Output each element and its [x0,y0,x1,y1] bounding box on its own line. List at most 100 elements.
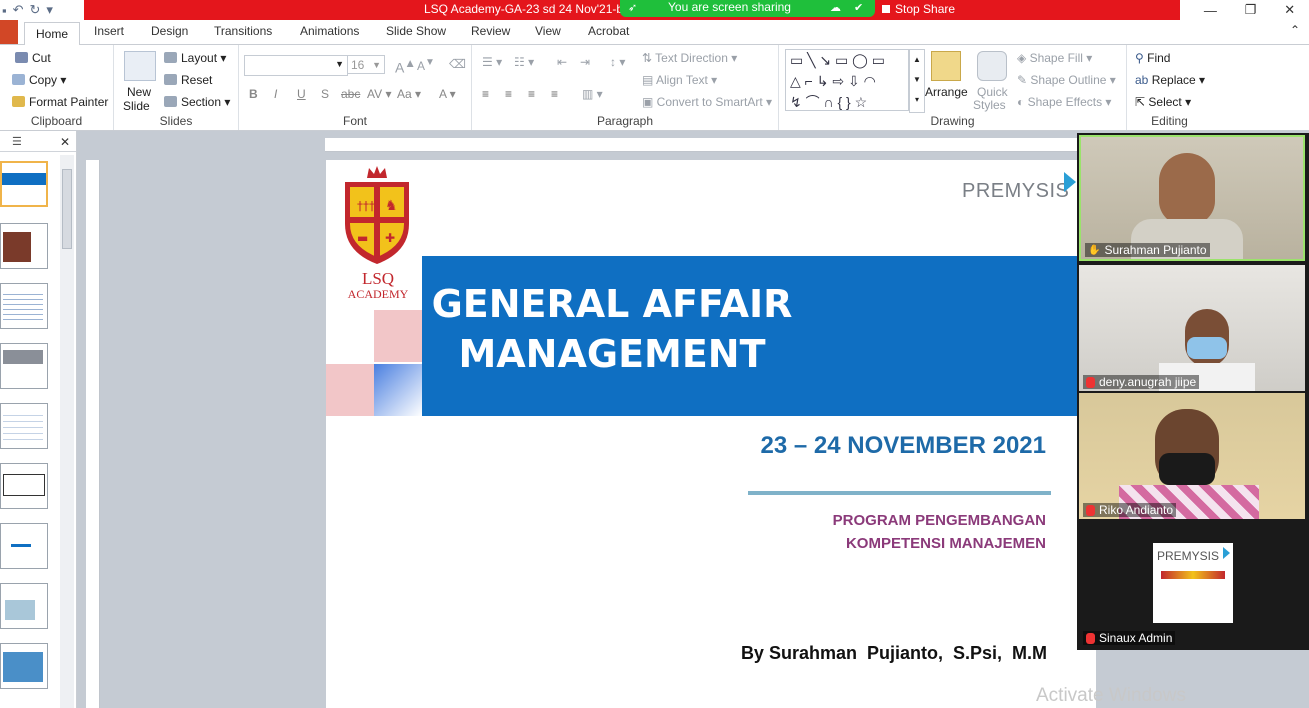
minimize-icon[interactable]: — [1204,3,1217,18]
tab-slide-show[interactable]: Slide Show [386,24,446,38]
tab-transitions[interactable]: Transitions [214,24,272,38]
close-icon[interactable]: ✕ [1284,2,1295,18]
tab-view[interactable]: View [535,24,561,38]
cut-button[interactable]: Cut [15,51,51,65]
slide-thumbnail[interactable] [0,523,48,569]
numbering-icon[interactable]: ☷ ▾ [514,55,534,69]
strikethrough-icon[interactable]: abc [341,87,360,101]
share-status-icon: ➶ [628,2,638,14]
shape-effects-button[interactable]: ◐ Shape Effects ▾ [1017,95,1111,109]
font-group: ▼ 16 ▼ A▲ A▼ ⌫ B I U S abc AV ▾ Aa ▾ A ▾ … [239,45,472,130]
collapse-ribbon-icon[interactable]: ⌃ [1290,23,1300,37]
slide-thumbnail[interactable] [0,343,48,389]
ribbon: Cut Copy ▾ Format Painter Clipboard New … [0,45,1309,131]
shape-fill-button[interactable]: ◈ Shape Fill ▾ [1017,51,1092,65]
shrink-font-icon[interactable]: A▼ [417,57,435,73]
customize-qat-icon[interactable]: ▾ [46,2,53,18]
tab-review[interactable]: Review [471,24,510,38]
italic-icon[interactable]: I [274,87,277,101]
grow-font-icon[interactable]: A▲ [395,57,416,76]
clear-formatting-icon[interactable]: ⌫ [449,57,466,71]
cut-label: Cut [32,51,51,65]
shield-icon[interactable]: ✔ [854,1,863,14]
clipboard-group: Cut Copy ▾ Format Painter Clipboard [0,45,114,130]
new-slide-label-2[interactable]: Slide [123,99,150,113]
find-button[interactable]: ⚲ Find [1135,51,1170,65]
underline-icon[interactable]: U [297,87,306,101]
slide-thumbnail[interactable] [0,583,48,629]
slide-thumbnail[interactable] [0,643,48,689]
font-color-icon[interactable]: A ▾ [439,87,456,101]
align-left-icon[interactable]: ≡ [482,87,489,101]
format-painter-button[interactable]: Format Painter [12,95,108,109]
scrollbar-thumb[interactable] [62,169,72,249]
slide-thumbnail-pane: ☰ ✕ [0,131,77,708]
line-spacing-icon[interactable]: ↕ ▾ [610,55,625,69]
quick-styles-icon[interactable] [977,51,1007,81]
arrange-icon[interactable] [931,51,961,81]
participant-tile[interactable]: Riko Andianto [1079,393,1305,519]
tab-animations[interactable]: Animations [300,24,359,38]
arrange-button[interactable]: Arrange [925,85,968,99]
close-pane-icon[interactable]: ✕ [60,135,70,149]
columns-icon[interactable]: ▥ ▾ [582,87,603,101]
decrease-indent-icon[interactable]: ⇤ [557,55,567,69]
outline-tab-icon[interactable]: ☰ [12,135,22,148]
tab-acrobat[interactable]: Acrobat [588,24,629,38]
shapes-gallery-scroll[interactable]: ▲ ▼ ▾ [909,49,925,113]
char-spacing-icon[interactable]: AV ▾ [367,87,391,101]
shape-fill-label: Shape Fill [1029,51,1083,65]
text-direction-button[interactable]: ⇅ Text Direction ▾ [642,51,737,65]
quick-styles-label-2[interactable]: Styles [973,98,1006,112]
slide-thumbnail[interactable] [0,403,48,449]
bullets-icon[interactable]: ☰ ▾ [482,55,502,69]
slide-canvas[interactable]: ††† ♞ ▬ ✚ LSQ ACADEMY PREMYSIS GENERAL A… [326,160,1096,708]
slide-thumbnail[interactable] [0,283,48,329]
copy-button[interactable]: Copy ▾ [12,73,66,87]
shape-outline-button[interactable]: ✎ Shape Outline ▾ [1017,73,1116,87]
reset-label: Reset [181,73,213,87]
section-button[interactable]: Section ▾ [164,95,230,109]
bold-icon[interactable]: B [249,87,258,101]
slide-thumbnail[interactable] [0,463,48,509]
font-size-select[interactable]: 16 ▼ [347,55,385,74]
quick-styles-label[interactable]: Quick [977,85,1008,99]
redo-icon[interactable]: ↻ [30,2,41,18]
stop-share-label: Stop Share [895,1,956,16]
new-slide-label[interactable]: New [127,85,151,99]
reset-button[interactable]: Reset [164,73,212,87]
new-slide-icon[interactable] [124,51,156,81]
participant-tile[interactable]: ✋ Surahman Pujianto [1079,135,1305,261]
save-icon[interactable]: ▪ [2,3,7,18]
select-button[interactable]: ⇱ Select ▾ [1135,95,1191,109]
smartart-icon: ▣ [642,95,657,109]
author-line: By Surahman Pujianto, S.Psi, M.M [740,643,1047,663]
restore-icon[interactable]: ❐ [1245,2,1257,18]
slide-thumbnail[interactable] [0,161,48,207]
stop-share-button[interactable]: Stop Share [876,0,972,17]
participant-tile[interactable]: PREMYSIS Sinaux Admin [1079,521,1305,647]
thumbnail-scrollbar[interactable] [60,155,74,708]
font-family-select[interactable]: ▼ [244,55,348,76]
binoculars-icon: ⚲ [1135,51,1148,65]
shapes-gallery[interactable]: ▭ ╲ ↘ ▭ ◯ ▭ △ ⌐ ↳ ⇨ ⇩ ◠ ↯ ⌒ ∩ { } ☆ [785,49,909,111]
replace-button[interactable]: ab Replace ▾ [1135,73,1205,87]
align-right-icon[interactable]: ≡ [528,87,535,101]
justify-icon[interactable]: ≡ [551,87,558,101]
slide-thumbnail[interactable] [0,223,48,269]
align-center-icon[interactable]: ≡ [505,87,512,101]
increase-indent-icon[interactable]: ⇥ [580,55,590,69]
cloud-icon[interactable]: ☁ [830,1,841,14]
stop-icon [882,4,890,13]
undo-icon[interactable]: ↶ [13,2,24,18]
tab-file[interactable] [0,20,18,44]
tab-home[interactable]: Home [24,22,80,45]
participant-tile[interactable]: deny.anugrah jiipe [1079,265,1305,391]
tab-insert[interactable]: Insert [94,24,124,38]
change-case-icon[interactable]: Aa ▾ [397,87,421,101]
shadow-icon[interactable]: S [321,87,329,101]
tab-design[interactable]: Design [151,24,188,38]
align-text-button[interactable]: ▤ Align Text ▾ [642,73,717,87]
layout-button[interactable]: Layout ▾ [164,51,226,65]
convert-smartart-button[interactable]: ▣ Convert to SmartArt ▾ [642,95,772,109]
